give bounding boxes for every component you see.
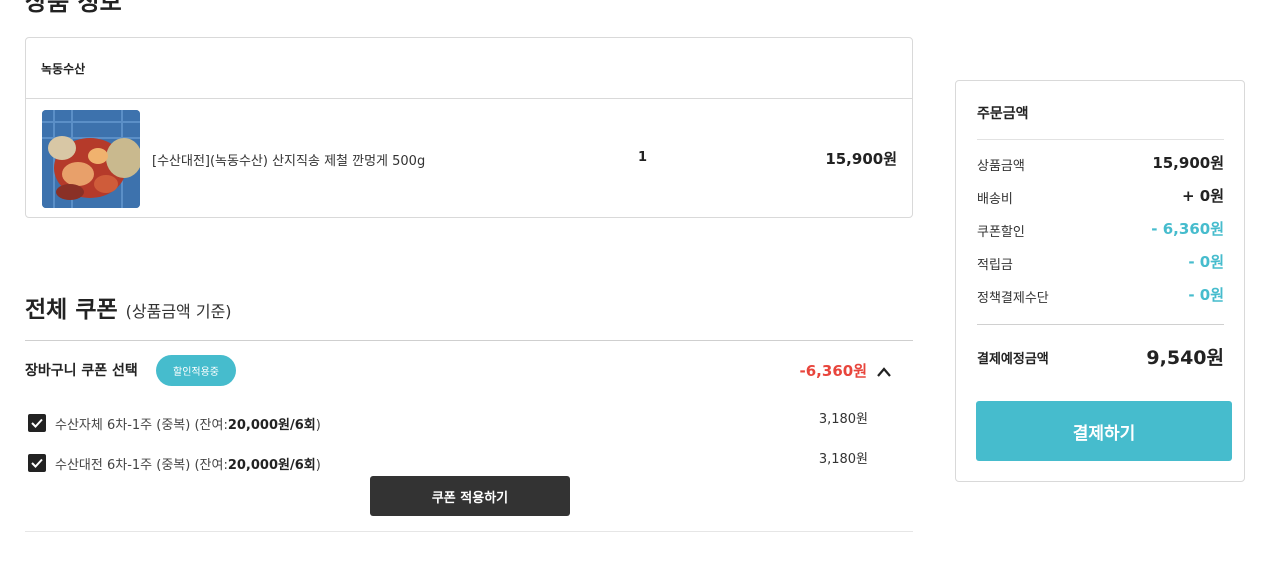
coupon-section-title: 전체 쿠폰: [25, 297, 118, 323]
coupon-remaining-prefix: (잔여:: [194, 418, 228, 433]
cart-coupon-label: 장바구니 쿠폰 선택: [25, 363, 138, 379]
coupon-name: 수산대전 6차-1주 (중복): [55, 458, 191, 473]
summary-row-subtotal: 상품금액 15,900원: [977, 152, 1224, 174]
coupon-section-subtitle: (상품금액 기준): [125, 302, 232, 321]
coupon-heading: 전체 쿠폰 (상품금액 기준): [25, 290, 232, 324]
chevron-up-icon[interactable]: [876, 364, 892, 378]
checkmark-icon: [31, 458, 43, 468]
summary-total-row: 결제예정금액 9,540원: [977, 343, 1224, 369]
seller-name: 녹동수산: [41, 62, 86, 76]
pay-button[interactable]: 결제하기: [976, 401, 1232, 461]
coupon-remaining-suffix: ): [315, 458, 321, 473]
apply-coupon-button[interactable]: 쿠폰 적용하기: [370, 476, 570, 516]
summary-value: - 0원: [1188, 286, 1224, 304]
summary-label: 적립금: [977, 258, 1013, 273]
product-thumbnail[interactable]: [42, 110, 140, 208]
coupon-amount: 3,180원: [818, 412, 868, 427]
coupon-remaining-suffix: ): [315, 418, 321, 433]
coupon-row: 수산자체 6차-1주 (중복) (잔여:20,000원/6회) 3,180원: [28, 412, 868, 433]
order-summary-title: 주문금액: [977, 106, 1029, 122]
product-card: 녹동수산 [수산대전](녹동수산) 산지직송 제철 깐멍게 500g 1 15,…: [25, 37, 913, 218]
coupon-description: 수산자체 6차-1주 (중복) (잔여:20,000원/6회): [55, 414, 321, 433]
total-label: 결제예정금액: [977, 352, 1049, 367]
coupon-remaining-value: 20,000원/6회: [227, 458, 316, 473]
summary-row-shipping: 배송비 + 0원: [977, 185, 1224, 207]
product-quantity: 1: [638, 150, 648, 165]
summary-value: - 0원: [1188, 253, 1224, 271]
summary-row-policy-payment: 정책결제수단 - 0원: [977, 284, 1224, 306]
total-value: 9,540원: [1146, 347, 1224, 369]
coupon-name: 수산자체 6차-1주 (중복): [55, 418, 191, 433]
summary-value: + 0원: [1181, 187, 1224, 205]
coupon-discount-total: -6,360원: [799, 362, 867, 380]
summary-label: 쿠폰할인: [977, 225, 1025, 240]
summary-value: - 6,360원: [1151, 220, 1224, 238]
coupon-top-divider: [25, 340, 913, 341]
coupon-remaining-prefix: (잔여:: [194, 458, 228, 473]
summary-divider: [977, 139, 1224, 140]
summary-label: 상품금액: [977, 159, 1025, 174]
product-section-title: 상품 정보: [25, 0, 122, 16]
coupon-remaining-value: 20,000원/6회: [227, 418, 316, 433]
order-summary-panel: 주문금액 상품금액 15,900원 배송비 + 0원 쿠폰할인 - 6,360원…: [955, 80, 1245, 482]
product-name[interactable]: [수산대전](녹동수산) 산지직송 제철 깐멍게 500g: [152, 150, 425, 169]
summary-value: 15,900원: [1152, 154, 1224, 172]
checkmark-icon: [31, 418, 43, 428]
discount-applied-badge: 할인적용중: [156, 355, 236, 386]
coupon-row: 수산대전 6차-1주 (중복) (잔여:20,000원/6회) 3,180원: [28, 452, 868, 473]
summary-divider: [977, 324, 1224, 325]
coupon-amount: 3,180원: [818, 452, 868, 467]
product-price: 15,900원: [825, 150, 897, 168]
summary-label: 정책결제수단: [977, 291, 1049, 306]
card-divider: [26, 98, 912, 99]
summary-label: 배송비: [977, 192, 1013, 207]
summary-row-coupon-discount: 쿠폰할인 - 6,360원: [977, 218, 1224, 240]
coupon-bottom-divider: [25, 531, 913, 532]
summary-row-points: 적립금 - 0원: [977, 251, 1224, 273]
coupon-checkbox[interactable]: [28, 454, 46, 472]
coupon-description: 수산대전 6차-1주 (중복) (잔여:20,000원/6회): [55, 454, 321, 473]
coupon-checkbox[interactable]: [28, 414, 46, 432]
